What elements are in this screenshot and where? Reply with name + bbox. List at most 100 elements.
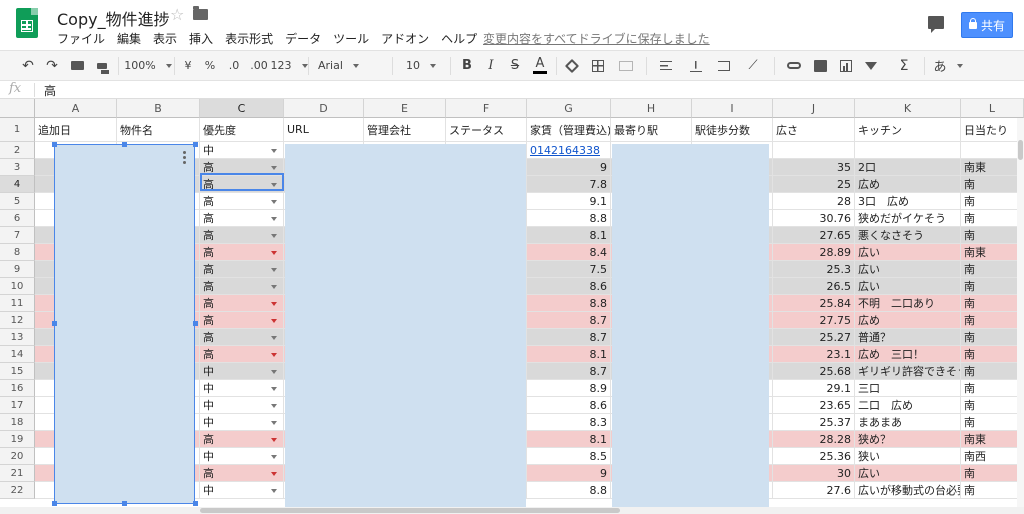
redo-icon[interactable]: ↷ [42,51,62,80]
borders-icon[interactable] [588,51,608,80]
cell-sunlight[interactable]: 南東 [961,159,1024,176]
dropdown-arrow-icon[interactable] [271,336,277,340]
horizontal-scrollbar-thumb[interactable] [200,508,620,513]
selection-handle[interactable] [193,321,198,326]
priority-dropdown[interactable]: 中 [200,448,284,465]
column-header-k[interactable]: K [855,99,961,118]
vertical-scrollbar-thumb[interactable] [1018,140,1023,160]
column-header-g[interactable]: G [527,99,611,118]
undo-icon[interactable]: ↶ [18,51,38,80]
row-header-7[interactable]: 7 [0,227,35,244]
cell-size[interactable]: 29.1 [773,380,855,397]
row-header-6[interactable]: 6 [0,210,35,227]
cell-kitchen[interactable]: まあまあ [855,414,961,431]
cell-sunlight[interactable]: 南 [961,295,1024,312]
cell-sunlight[interactable]: 南 [961,363,1024,380]
priority-dropdown[interactable]: 中 [200,380,284,397]
cell-rent[interactable]: 9.1 [527,193,611,210]
cell-sunlight[interactable]: 南 [961,278,1024,295]
cell-rent[interactable]: 9 [527,159,611,176]
star-icon[interactable]: ☆ [170,5,184,24]
priority-dropdown[interactable]: 高 [200,312,284,329]
row-header-3[interactable]: 3 [0,159,35,176]
cell-rent[interactable]: 8.1 [527,431,611,448]
column-header-f[interactable]: F [446,99,527,118]
dropdown-arrow-icon[interactable] [271,438,277,442]
cell-size[interactable]: 30 [773,465,855,482]
cell-size[interactable]: 25.37 [773,414,855,431]
row-header-19[interactable]: 19 [0,431,35,448]
row-header-8[interactable]: 8 [0,244,35,261]
cell-kitchen[interactable]: 広いが移動式の台必要 [855,482,961,499]
header-cell-g[interactable]: 家賃（管理費込) [527,118,611,142]
italic-button[interactable]: I [482,51,500,80]
cell-kitchen[interactable]: 2口 [855,159,961,176]
increase-decimal-button[interactable]: .00 [248,51,270,80]
fill-color-icon[interactable] [562,51,582,80]
row-header-9[interactable]: 9 [0,261,35,278]
cell-rent[interactable]: 8.6 [527,397,611,414]
header-cell-d[interactable]: URL [284,118,364,142]
priority-dropdown[interactable]: 中 [200,363,284,380]
cell-size[interactable]: 27.75 [773,312,855,329]
cell-size[interactable]: 23.1 [773,346,855,363]
cell-size[interactable] [773,142,855,159]
cell-sunlight[interactable]: 南 [961,380,1024,397]
header-cell-f[interactable]: ステータス [446,118,527,142]
cell-rent[interactable]: 7.5 [527,261,611,278]
column-header-a[interactable]: A [35,99,117,118]
font-family-select[interactable]: Arial [314,51,386,80]
menu-insert[interactable]: 挿入 [189,30,213,47]
cell-kitchen[interactable]: 悪くなさそう [855,227,961,244]
row-header-10[interactable]: 10 [0,278,35,295]
decrease-decimal-button[interactable]: .0 [224,51,244,80]
cell-sunlight[interactable]: 南 [961,414,1024,431]
cell-rent[interactable]: 8.7 [527,312,611,329]
row-header-4[interactable]: 4 [0,176,35,193]
priority-dropdown[interactable]: 高 [200,210,284,227]
zoom-select[interactable]: 100% [124,51,172,80]
cell-kitchen[interactable]: 狭い [855,448,961,465]
horizontal-scrollbar[interactable] [0,507,1024,514]
row-header-11[interactable]: 11 [0,295,35,312]
cell-rent[interactable]: 8.6 [527,278,611,295]
insert-chart-icon[interactable] [836,51,856,80]
cell-size[interactable]: 25.68 [773,363,855,380]
row-header-22[interactable]: 22 [0,482,35,499]
cell-kitchen[interactable]: 狭めだがイケそう [855,210,961,227]
dropdown-arrow-icon[interactable] [271,200,277,204]
cell-size[interactable]: 23.65 [773,397,855,414]
priority-dropdown[interactable]: 高 [200,193,284,210]
priority-dropdown[interactable]: 高 [200,244,284,261]
row-header-5[interactable]: 5 [0,193,35,210]
print-icon[interactable] [66,51,88,80]
row-header-2[interactable]: 2 [0,142,35,159]
cell-size[interactable]: 28.28 [773,431,855,448]
cell-sunlight[interactable]: 南 [961,261,1024,278]
cell-kitchen[interactable]: 三口 [855,380,961,397]
header-cell-k[interactable]: キッチン [855,118,961,142]
header-cell-e[interactable]: 管理会社 [364,118,446,142]
header-cell-i[interactable]: 駅徒歩分数 [692,118,773,142]
cell-size[interactable]: 25.36 [773,448,855,465]
cell-kitchen[interactable] [855,142,961,159]
cell-sunlight[interactable]: 南 [961,465,1024,482]
bold-button[interactable]: B [458,51,476,80]
text-rotation-icon[interactable]: ⟋ [740,51,766,80]
cell-kitchen[interactable]: 広い [855,465,961,482]
cell-kitchen[interactable]: ギリギリ許容できそう [855,363,961,380]
cell-sunlight[interactable]: 南 [961,176,1024,193]
cell-kitchen[interactable]: 広め [855,312,961,329]
paint-format-icon[interactable] [92,51,112,80]
row-header-12[interactable]: 12 [0,312,35,329]
cell-size[interactable]: 25 [773,176,855,193]
selection-handle[interactable] [52,321,57,326]
cell-size[interactable]: 25.84 [773,295,855,312]
dropdown-arrow-icon[interactable] [271,302,277,306]
functions-icon[interactable]: Σ [890,51,918,80]
cell-rent[interactable]: 8.1 [527,227,611,244]
priority-dropdown[interactable]: 高 [200,261,284,278]
header-cell-l[interactable]: 日当たり [961,118,1024,142]
cell-rent[interactable]: 9 [527,465,611,482]
priority-dropdown[interactable]: 高 [200,295,284,312]
